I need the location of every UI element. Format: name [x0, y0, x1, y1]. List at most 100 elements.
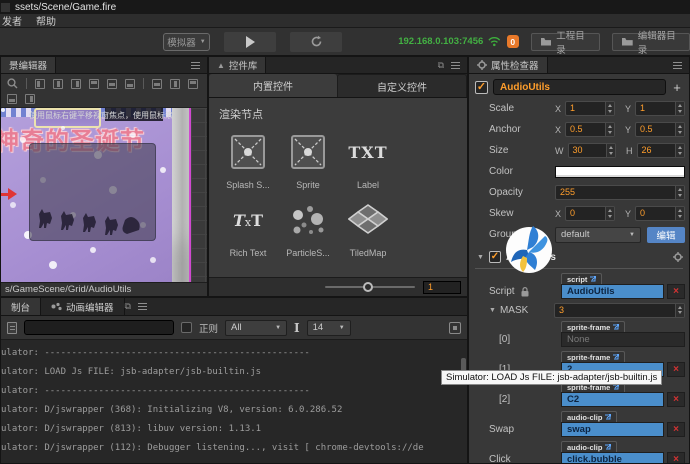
- add-component-icon[interactable]: +: [671, 80, 683, 95]
- group-select[interactable]: default ▼: [555, 226, 641, 243]
- menu-item-help[interactable]: 帮助: [36, 13, 56, 28]
- color-swatch[interactable]: [555, 165, 685, 178]
- panel-menu-icon[interactable]: [451, 60, 460, 71]
- node-active-checkbox[interactable]: ✓: [475, 80, 488, 94]
- log-search-input[interactable]: [24, 320, 174, 335]
- align-top-icon[interactable]: [89, 78, 99, 89]
- slider-knob[interactable]: [363, 282, 373, 292]
- lock-icon: [521, 287, 529, 297]
- swap-audio-field[interactable]: swap: [561, 422, 664, 437]
- spacing-v-icon[interactable]: [25, 93, 35, 104]
- icon-size-value[interactable]: 1: [423, 280, 461, 294]
- tab-widget-library[interactable]: ▲ 控件库: [209, 57, 267, 73]
- sprite-frame-field-0[interactable]: None: [561, 332, 685, 347]
- window-icon: [1, 2, 10, 12]
- main-toolbar: 模拟器 ▼ 192.168.0.103:7456 0 工程目录 编辑器目录: [0, 28, 690, 56]
- align-middle-icon[interactable]: [107, 78, 117, 89]
- log-line: ulator: --------------------------------…: [1, 386, 310, 396]
- distribute-top-icon[interactable]: [188, 78, 198, 89]
- anchor-x-input[interactable]: 0.5: [565, 122, 615, 137]
- collapse-log-icon[interactable]: [449, 321, 461, 334]
- external-link-icon[interactable]: [590, 276, 597, 282]
- tab-scene-editor[interactable]: 景编辑器: [1, 57, 57, 73]
- component-header[interactable]: ▼ ✓ AudioUtils: [469, 245, 689, 266]
- click-audio-field[interactable]: click.bubble: [561, 452, 664, 463]
- skew-x-input[interactable]: 0: [565, 206, 615, 221]
- skew-y-input[interactable]: 0: [635, 206, 685, 221]
- stepper-icon: [605, 102, 614, 115]
- external-link-icon[interactable]: [613, 324, 620, 330]
- project-dir-button[interactable]: 工程目录: [530, 31, 601, 56]
- log-level-select[interactable]: All ▼: [225, 319, 288, 336]
- popout-icon[interactable]: ⧉: [125, 301, 131, 312]
- clear-asset-button[interactable]: ×: [667, 392, 685, 407]
- scene-viewport[interactable]: 使用鼠标右键平移视窗焦点，使用鼠标滚轮缩放视图 神奇的圣诞节: [1, 108, 207, 282]
- tab-console[interactable]: 制台: [1, 298, 42, 315]
- panel-menu-icon[interactable]: [137, 301, 147, 312]
- widget-item-splash[interactable]: Splash S...: [219, 132, 277, 190]
- align-center-h-icon[interactable]: [53, 78, 63, 89]
- component-enabled-checkbox[interactable]: ✓: [488, 251, 501, 263]
- node-breadcrumb[interactable]: s/GameScene/Grid/AudioUtils: [1, 282, 207, 296]
- align-right-icon[interactable]: [71, 78, 81, 89]
- sprite-frame-field-2[interactable]: C2: [561, 392, 664, 407]
- distribute-v-icon[interactable]: [170, 78, 180, 89]
- clear-asset-button[interactable]: ×: [667, 362, 685, 377]
- clear-asset-button[interactable]: ×: [667, 284, 685, 299]
- stepper-icon: [675, 207, 684, 220]
- align-bottom-icon[interactable]: [125, 78, 135, 89]
- node-name-input[interactable]: AudioUtils: [493, 79, 666, 95]
- notification-badge[interactable]: 0: [506, 35, 519, 48]
- anchor-y-input[interactable]: 0.5: [635, 122, 685, 137]
- reindeer-sleigh-silhouette: [39, 209, 140, 235]
- clear-log-icon[interactable]: [7, 321, 17, 334]
- component-gear-icon[interactable]: [673, 252, 683, 262]
- widget-item-particle[interactable]: ParticleS...: [279, 200, 337, 258]
- widget-item-label[interactable]: TXT Label: [339, 132, 397, 191]
- spacing-h-icon[interactable]: [7, 93, 17, 104]
- size-w-input[interactable]: 30: [567, 143, 616, 158]
- refresh-button[interactable]: [290, 31, 343, 52]
- widget-item-rich-text[interactable]: TxT Rich Text: [219, 200, 277, 259]
- scale-y-input[interactable]: 1: [635, 101, 685, 116]
- collapse-triangle-icon[interactable]: ▼: [489, 307, 496, 314]
- clear-asset-button[interactable]: ×: [667, 422, 685, 437]
- align-left-icon[interactable]: [35, 78, 45, 89]
- tab-custom-widgets[interactable]: 自定义控件: [337, 74, 467, 97]
- opacity-input[interactable]: 255: [555, 185, 685, 200]
- scene-edge-column: [172, 108, 189, 282]
- distribute-h-icon[interactable]: [152, 78, 162, 89]
- mask-count-input[interactable]: 3: [553, 302, 685, 318]
- external-link-icon[interactable]: [605, 414, 612, 420]
- regex-checkbox[interactable]: [181, 322, 192, 333]
- zoom-tool-icon[interactable]: [7, 78, 18, 89]
- widget-item-sprite[interactable]: Sprite: [279, 132, 337, 190]
- widget-item-tiledmap[interactable]: TiledMap: [339, 200, 397, 258]
- log-line: ulator: D/jswrapper (368): Initializing …: [1, 405, 343, 415]
- external-link-icon[interactable]: [613, 354, 620, 360]
- tab-builtin-widgets[interactable]: 内置控件: [209, 74, 337, 97]
- size-h-input[interactable]: 26: [636, 143, 685, 158]
- editor-dir-button[interactable]: 编辑器目录: [612, 31, 690, 56]
- tab-property-inspector[interactable]: 属性检查器: [469, 57, 548, 73]
- menu-item-developer[interactable]: 发者: [2, 13, 22, 28]
- font-size-select[interactable]: 14 ▼: [306, 319, 351, 336]
- panel-menu-icon[interactable]: [673, 60, 682, 71]
- external-link-icon[interactable]: [605, 444, 612, 450]
- script-asset-field[interactable]: AudioUtils: [561, 284, 664, 299]
- device-select-dropdown[interactable]: 模拟器 ▼: [163, 32, 210, 51]
- play-button[interactable]: [223, 31, 277, 52]
- popout-icon[interactable]: ⧉: [438, 60, 444, 71]
- tab-animation-editor[interactable]: 动画编辑器: [41, 298, 125, 315]
- scale-x-input[interactable]: 1: [565, 101, 615, 116]
- scene-editor-panel: 景编辑器 使用鼠标右键平移视窗焦点，使用鼠标滚轮缩放视图 神奇的圣诞节 s/Ga…: [0, 56, 208, 297]
- collapse-triangle-icon[interactable]: ▼: [477, 254, 484, 261]
- refresh-icon: [311, 35, 321, 47]
- icon-size-slider[interactable]: [325, 282, 415, 292]
- console-log-area[interactable]: ulator: --------------------------------…: [1, 340, 467, 463]
- panel-menu-icon[interactable]: [191, 60, 200, 71]
- group-edit-button[interactable]: 编辑: [647, 226, 685, 243]
- swap-property: Swap audio-clip swap ×: [469, 409, 689, 439]
- clear-asset-button[interactable]: ×: [667, 452, 685, 463]
- asset-type-chip: sprite-frame: [561, 321, 626, 332]
